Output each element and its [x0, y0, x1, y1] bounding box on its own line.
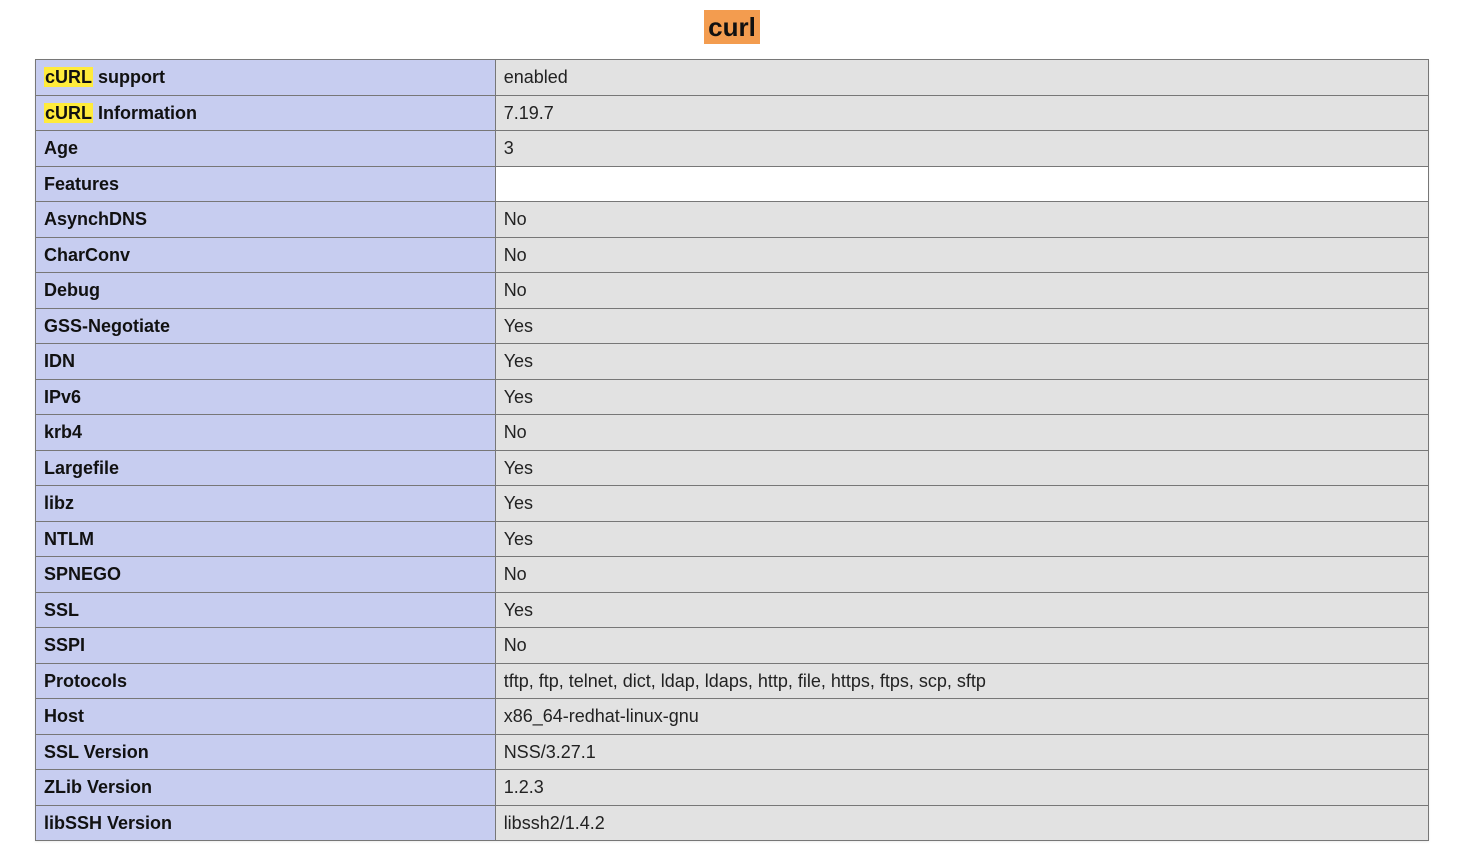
row-label: SSPI	[36, 628, 496, 664]
table-row: SSL Version NSS/3.27.1	[36, 734, 1429, 770]
row-label-text: libSSH Version	[44, 813, 172, 833]
row-value: Yes	[495, 592, 1428, 628]
row-label: GSS-Negotiate	[36, 308, 496, 344]
table-row: SSL Yes	[36, 592, 1429, 628]
row-label: krb4	[36, 415, 496, 451]
row-label: IPv6	[36, 379, 496, 415]
row-label: Largefile	[36, 450, 496, 486]
section-title: curl	[0, 12, 1464, 43]
row-value: Yes	[495, 450, 1428, 486]
row-label-text: libz	[44, 493, 74, 513]
row-label-text: SSPI	[44, 635, 85, 655]
row-value: No	[495, 273, 1428, 309]
row-label: Host	[36, 699, 496, 735]
row-label: libSSH Version	[36, 805, 496, 841]
row-label-text: SSL Version	[44, 742, 149, 762]
row-value: libssh2/1.4.2	[495, 805, 1428, 841]
row-label: NTLM	[36, 521, 496, 557]
row-value: x86_64-redhat-linux-gnu	[495, 699, 1428, 735]
row-label-text: GSS-Negotiate	[44, 316, 170, 336]
row-label: SSL	[36, 592, 496, 628]
table-row: Features	[36, 166, 1429, 202]
row-label: ZLib Version	[36, 770, 496, 806]
table-row: IDN Yes	[36, 344, 1429, 380]
row-value: enabled	[495, 60, 1428, 96]
table-row: ZLib Version 1.2.3	[36, 770, 1429, 806]
table-row: IPv6 Yes	[36, 379, 1429, 415]
table-row: cURL Information7.19.7	[36, 95, 1429, 131]
table-row: SPNEGO No	[36, 557, 1429, 593]
row-label-text: Largefile	[44, 458, 119, 478]
row-label-rest: Information	[93, 103, 197, 123]
row-label: IDN	[36, 344, 496, 380]
row-label-text: SSL	[44, 600, 79, 620]
row-label-text: krb4	[44, 422, 82, 442]
row-label: Protocols	[36, 663, 496, 699]
row-value	[495, 166, 1428, 202]
highlighted-keyword: cURL	[44, 103, 93, 123]
row-value: 7.19.7	[495, 95, 1428, 131]
row-value: 1.2.3	[495, 770, 1428, 806]
table-row: krb4 No	[36, 415, 1429, 451]
row-value: NSS/3.27.1	[495, 734, 1428, 770]
table-row: cURL supportenabled	[36, 60, 1429, 96]
row-value: No	[495, 557, 1428, 593]
row-label: Age	[36, 131, 496, 167]
table-row: GSS-Negotiate Yes	[36, 308, 1429, 344]
row-label-text: Host	[44, 706, 84, 726]
row-label: AsynchDNS	[36, 202, 496, 238]
row-value: Yes	[495, 308, 1428, 344]
table-row: AsynchDNS No	[36, 202, 1429, 238]
row-value: Yes	[495, 486, 1428, 522]
row-label-text: Age	[44, 138, 78, 158]
row-value: No	[495, 628, 1428, 664]
row-label-text: IPv6	[44, 387, 81, 407]
row-label: CharConv	[36, 237, 496, 273]
row-label: SPNEGO	[36, 557, 496, 593]
table-row: Protocols tftp, ftp, telnet, dict, ldap, …	[36, 663, 1429, 699]
row-value: Yes	[495, 521, 1428, 557]
table-row: CharConv No	[36, 237, 1429, 273]
curl-info-table: cURL supportenabledcURL Information7.19.…	[35, 59, 1429, 841]
table-row: SSPI No	[36, 628, 1429, 664]
row-label-text: Protocols	[44, 671, 127, 691]
row-label-text: ZLib Version	[44, 777, 152, 797]
table-row: Age 3	[36, 131, 1429, 167]
row-label-text: NTLM	[44, 529, 94, 549]
row-value: Yes	[495, 344, 1428, 380]
row-value: No	[495, 237, 1428, 273]
row-value: No	[495, 202, 1428, 238]
row-label-rest: support	[93, 67, 165, 87]
row-value: tftp, ftp, telnet, dict, ldap, ldaps, ht…	[495, 663, 1428, 699]
row-value: 3	[495, 131, 1428, 167]
row-label: Features	[36, 166, 496, 202]
row-label-text: Features	[44, 174, 119, 194]
row-label-text: CharConv	[44, 245, 130, 265]
table-row: libz Yes	[36, 486, 1429, 522]
row-label: cURL support	[36, 60, 496, 96]
table-row: NTLM Yes	[36, 521, 1429, 557]
row-label-text: Debug	[44, 280, 100, 300]
row-label-text: SPNEGO	[44, 564, 121, 584]
row-label: SSL Version	[36, 734, 496, 770]
row-value: No	[495, 415, 1428, 451]
row-label-text: IDN	[44, 351, 75, 371]
row-label: libz	[36, 486, 496, 522]
table-row: Largefile Yes	[36, 450, 1429, 486]
table-row: Debug No	[36, 273, 1429, 309]
table-row: libSSH Version libssh2/1.4.2	[36, 805, 1429, 841]
table-row: Host x86_64-redhat-linux-gnu	[36, 699, 1429, 735]
row-label-text: AsynchDNS	[44, 209, 147, 229]
row-label: Debug	[36, 273, 496, 309]
section-title-highlight: curl	[704, 10, 760, 44]
row-label: cURL Information	[36, 95, 496, 131]
highlighted-keyword: cURL	[44, 67, 93, 87]
row-value: Yes	[495, 379, 1428, 415]
